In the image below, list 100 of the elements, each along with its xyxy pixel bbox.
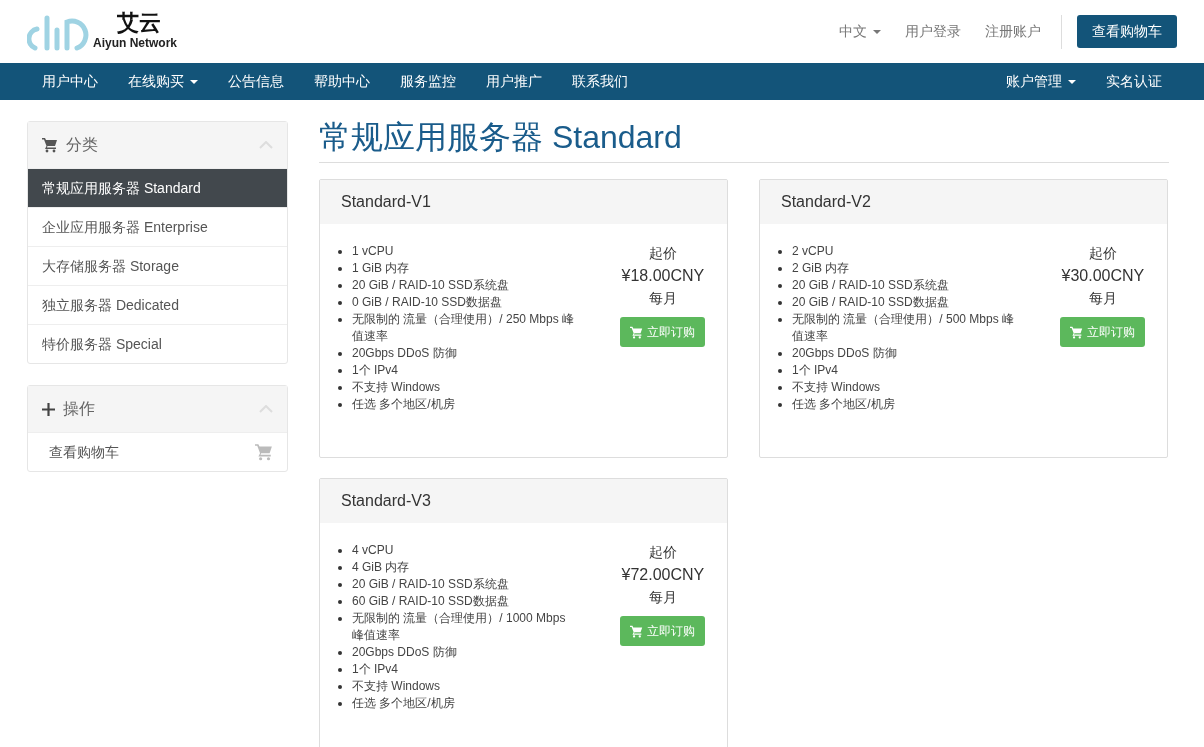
bullet-icon [338, 685, 342, 690]
feature-text: 20Gbps DDoS 防御 [792, 345, 897, 363]
price: ¥18.00CNY [621, 266, 705, 287]
feature-text: 1个 IPv4 [792, 362, 839, 380]
feature-text: 不支持 Windows [352, 379, 440, 397]
caret-icon [1068, 80, 1076, 85]
logo-tagline: Aiyun Network [93, 34, 177, 52]
item-label: 独立服务器 Dedicated [42, 295, 180, 315]
item-label: 企业应用服务器 Enterprise [42, 217, 209, 237]
item-label: 特价服务器 Special [42, 334, 163, 354]
caret-icon [873, 30, 881, 35]
bullet-icon [778, 267, 782, 272]
cart-icon [1070, 325, 1084, 339]
feature-text: 任选 多个地区/机房 [352, 695, 455, 713]
page-title: 常规应用服务器 Standard [319, 116, 1169, 164]
feature-text: 无限制的 流量（合理使用）/ 1000 Mbps 峰值速率 [352, 610, 567, 645]
item-label: 常规应用服务器 Standard [42, 178, 202, 198]
item-label: 查看购物车 [49, 442, 120, 462]
price-label: 起价 [1088, 244, 1117, 264]
bullet-icon [338, 668, 342, 673]
sidebar-item[interactable]: 独立服务器 Dedicated [28, 285, 287, 324]
nav-link[interactable]: 帮助中心 [299, 63, 385, 100]
feature-text: 20 GiB / RAID-10 SSD系统盘 [352, 277, 509, 295]
product-name: Standard-V2 [760, 180, 1167, 225]
nav-link[interactable]: 服务监控 [385, 63, 471, 100]
feature-text: 1个 IPv4 [352, 362, 399, 380]
sidebar-item[interactable]: 特价服务器 Special [28, 324, 287, 363]
feature-text: 20 GiB / RAID-10 SSD系统盘 [352, 576, 509, 594]
caret-icon [190, 80, 198, 85]
top-link[interactable]: 注册账户 [973, 21, 1053, 42]
price-period: 每月 [648, 289, 677, 309]
sidebar-item[interactable]: 企业应用服务器 Enterprise [28, 207, 287, 246]
price: ¥30.00CNY [1061, 266, 1145, 287]
feature-text: 20Gbps DDoS 防御 [352, 345, 457, 363]
bullet-icon [338, 284, 342, 289]
top-link[interactable]: 用户登录 [893, 21, 973, 42]
bullet-icon [338, 617, 342, 622]
bullet-icon [778, 284, 782, 289]
feature-text: 60 GiB / RAID-10 SSD数据盘 [352, 593, 509, 611]
cart-icon [42, 137, 58, 153]
sidebar-item[interactable]: 常规应用服务器 Standard [28, 168, 287, 207]
item-label: 大存储服务器 Storage [42, 256, 180, 276]
nav-link[interactable]: 实名认证 [1091, 63, 1177, 100]
feature-text: 任选 多个地区/机房 [792, 396, 895, 414]
bullet-icon [338, 250, 342, 255]
nav-link[interactable]: 公告信息 [213, 63, 299, 100]
feature-text: 不支持 Windows [352, 678, 440, 696]
bullet-icon [338, 600, 342, 605]
bullet-icon [778, 386, 782, 391]
bullet-icon [338, 352, 342, 357]
price-period: 每月 [648, 588, 677, 608]
bullet-icon [338, 386, 342, 391]
feature-text: 20 GiB / RAID-10 SSD系统盘 [792, 277, 949, 295]
bullet-icon [338, 267, 342, 272]
panel-title: 分类 [66, 135, 98, 155]
nav-link[interactable]: 账户管理 [991, 63, 1091, 100]
bullet-icon [338, 549, 342, 554]
nav-link[interactable]: 用户中心 [27, 63, 113, 100]
feature-text: 1 vCPU [352, 243, 394, 261]
cart-button[interactable]: 查看购物车 [1077, 15, 1177, 48]
bullet-icon [778, 318, 782, 323]
bullet-icon [778, 403, 782, 408]
panel-title: 操作 [63, 399, 95, 419]
bullet-icon [338, 651, 342, 656]
feature-text: 2 vCPU [792, 243, 834, 261]
feature-text: 20 GiB / RAID-10 SSD数据盘 [792, 294, 949, 312]
bullet-icon [338, 403, 342, 408]
chevron-up-icon[interactable] [259, 141, 273, 149]
feature-text: 2 GiB 内存 [792, 260, 850, 278]
plus-icon [42, 402, 55, 416]
logo-name: 艾云 [117, 11, 161, 34]
nav-link[interactable]: 用户推广 [471, 63, 557, 100]
feature-text: 无限制的 流量（合理使用）/ 500 Mbps 峰值速率 [792, 311, 1016, 346]
product-name: Standard-V1 [320, 180, 727, 225]
feature-text: 1个 IPv4 [352, 661, 399, 679]
sidebar-item[interactable]: 大存储服务器 Storage [28, 246, 287, 285]
bullet-icon [338, 583, 342, 588]
cart-icon [255, 443, 273, 461]
bullet-icon [778, 250, 782, 255]
feature-text: 1 GiB 内存 [352, 260, 410, 278]
feature-text: 4 GiB 内存 [352, 559, 410, 577]
bullet-icon [338, 301, 342, 306]
feature-text: 20Gbps DDoS 防御 [352, 644, 457, 662]
price-label: 起价 [648, 244, 677, 264]
bullet-icon [338, 566, 342, 571]
feature-text: 不支持 Windows [792, 379, 880, 397]
product-name: Standard-V3 [320, 479, 727, 524]
price-period: 每月 [1088, 289, 1117, 309]
nav-link[interactable]: 在线购买 [113, 63, 213, 100]
chevron-up-icon[interactable] [259, 405, 273, 413]
top-link[interactable]: 中文 [827, 21, 893, 42]
nav-link[interactable]: 联系我们 [557, 63, 643, 100]
sidebar-item[interactable]: 查看购物车 [28, 432, 287, 471]
feature-text: 任选 多个地区/机房 [352, 396, 455, 414]
cart-icon [630, 325, 644, 339]
bullet-icon [338, 369, 342, 374]
feature-text: 0 GiB / RAID-10 SSD数据盘 [352, 294, 503, 312]
bullet-icon [338, 702, 342, 707]
cart-icon [630, 624, 644, 638]
bullet-icon [778, 369, 782, 374]
